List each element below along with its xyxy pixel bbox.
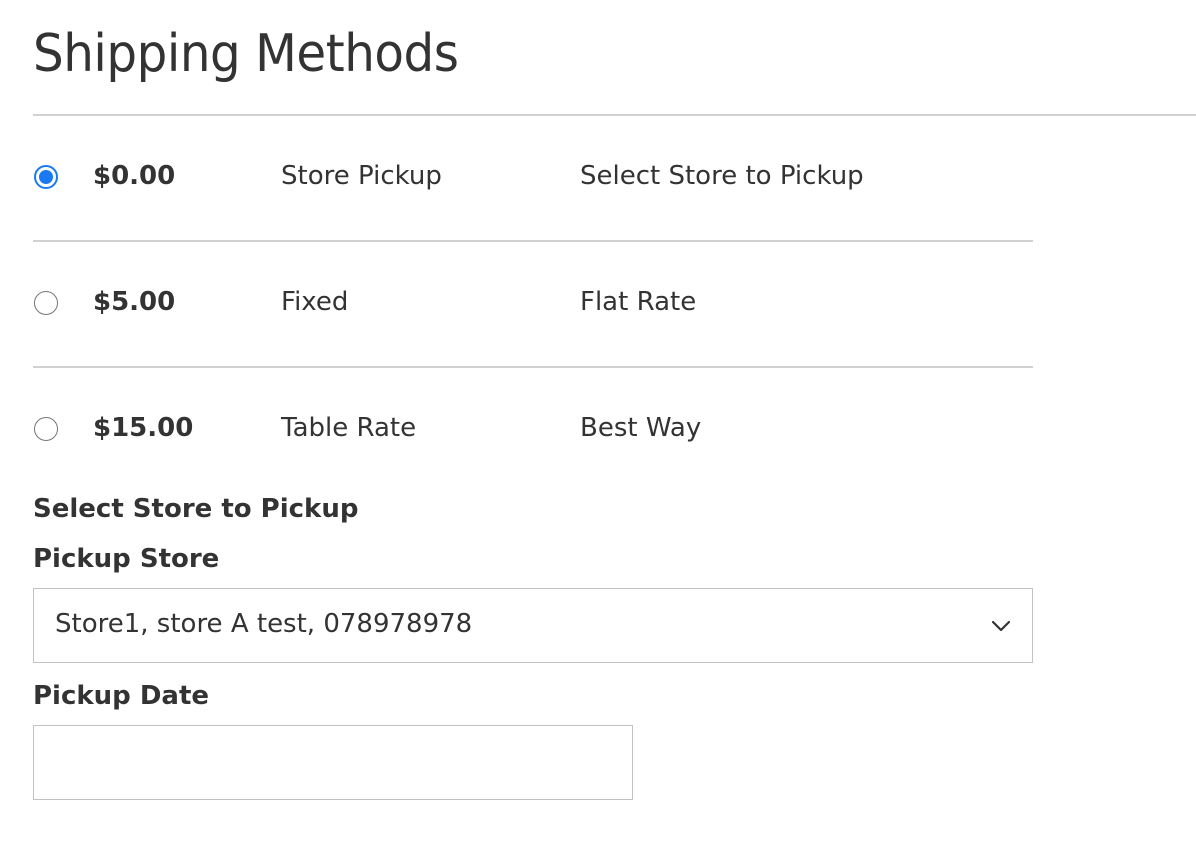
method-price: $0.00 bbox=[93, 161, 176, 191]
method-title: Fixed bbox=[281, 287, 349, 317]
pickup-store-selected-value: Store1, store A test, 078978978 bbox=[55, 609, 473, 639]
shipping-method-row-table-rate[interactable]: $15.00 Table Rate Best Way bbox=[33, 368, 1033, 484]
shipping-method-row-fixed[interactable]: $5.00 Fixed Flat Rate bbox=[33, 242, 1033, 368]
carrier-title: Best Way bbox=[580, 413, 702, 443]
shipping-methods-table: $0.00 Store Pickup Select Store to Picku… bbox=[33, 116, 1033, 484]
pickup-store-select[interactable]: Store1, store A test, 078978978 bbox=[33, 588, 1033, 663]
pickup-store-label: Pickup Store bbox=[33, 544, 220, 574]
radio-table-rate[interactable] bbox=[34, 417, 58, 441]
pickup-date-input[interactable] bbox=[33, 725, 633, 800]
method-title: Store Pickup bbox=[281, 161, 442, 191]
chevron-down-icon bbox=[991, 620, 1011, 632]
radio-store-pickup[interactable] bbox=[34, 165, 58, 189]
store-pickup-section: Select Store to Pickup Pickup Store Stor… bbox=[33, 494, 1033, 800]
pickup-section-title: Select Store to Pickup bbox=[33, 494, 359, 524]
method-price: $15.00 bbox=[93, 413, 194, 443]
carrier-title: Flat Rate bbox=[580, 287, 697, 317]
carrier-title: Select Store to Pickup bbox=[580, 161, 864, 191]
method-title: Table Rate bbox=[281, 413, 417, 443]
shipping-method-row-store-pickup[interactable]: $0.00 Store Pickup Select Store to Picku… bbox=[33, 116, 1033, 242]
page-title: Shipping Methods bbox=[33, 24, 459, 84]
shipping-methods-page: Shipping Methods $0.00 Store Pickup Sele… bbox=[0, 0, 1196, 850]
method-price: $5.00 bbox=[93, 287, 176, 317]
radio-fixed[interactable] bbox=[34, 291, 58, 315]
pickup-date-label: Pickup Date bbox=[33, 681, 210, 711]
